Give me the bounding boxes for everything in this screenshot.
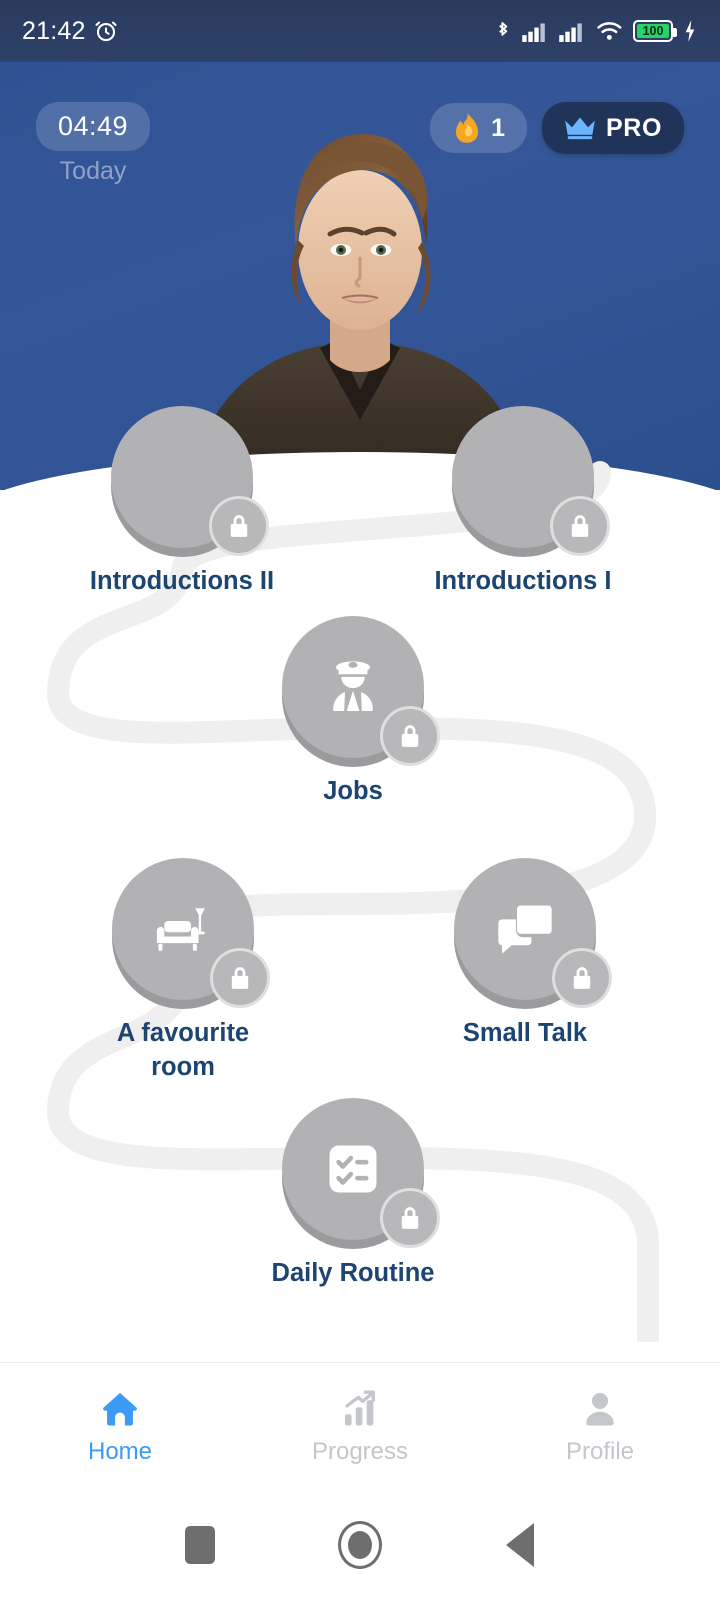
timer-sublabel: Today [59, 157, 127, 185]
lesson-node-introductions-1[interactable]: Introductions I [434, 406, 612, 598]
pilot-officer-icon [333, 661, 373, 711]
chat-bubbles-icon [498, 905, 552, 954]
lesson-label: Introductions II [89, 567, 275, 595]
alarm-icon [95, 21, 117, 42]
signal-bars-icon [559, 23, 582, 42]
lock-icon [380, 1188, 440, 1248]
nav-tab-profile[interactable]: Profile [480, 1388, 720, 1466]
lock-icon [210, 948, 270, 1008]
lesson-label: Small Talk [462, 1019, 588, 1047]
crown-icon [565, 117, 595, 140]
streak-chip[interactable]: 1 [430, 103, 528, 153]
header-toolbar: 04:49 Today 1 PRO [0, 102, 720, 186]
home-button[interactable] [325, 1510, 395, 1580]
lesson-label: A favourite room [116, 1019, 250, 1082]
streak-count: 1 [491, 113, 506, 142]
lesson-label: Daily Routine [271, 1259, 435, 1287]
lesson-circle[interactable] [111, 406, 269, 556]
status-bar-clock: 21:42 [22, 16, 86, 45]
lock-icon [209, 496, 269, 556]
battery-icon: 100 [633, 20, 677, 42]
bluetooth-icon [499, 22, 508, 36]
checklist-icon [329, 1145, 377, 1193]
battery-percent-label: 100 [642, 23, 664, 38]
nav-tab-home[interactable]: Home [0, 1388, 240, 1466]
signal-bars-icon [522, 23, 545, 42]
nav-tab-progress[interactable]: Progress [240, 1388, 480, 1466]
lesson-circle[interactable] [112, 858, 270, 1008]
lesson-circle[interactable] [282, 1098, 440, 1248]
lesson-node-jobs[interactable]: Jobs [278, 616, 440, 808]
fire-icon [456, 113, 479, 143]
recents-button[interactable] [165, 1510, 235, 1580]
app-root: 21:42 100 04:49 Today 1 PRO Introduction… [0, 0, 720, 1600]
nav-label-progress: Progress [311, 1437, 409, 1465]
lesson-node-daily-routine[interactable]: Daily Routine [272, 1098, 440, 1290]
android-navigation-bar [0, 1490, 720, 1600]
nav-label-home: Home [87, 1437, 153, 1465]
lock-icon [550, 496, 610, 556]
lesson-node-a-favourite-room[interactable]: A favourite room [108, 858, 270, 1085]
header-actions: 1 PRO [430, 102, 684, 154]
lesson-circle[interactable] [452, 406, 610, 556]
status-bar-right: 100 [493, 18, 698, 44]
charging-bolt-icon [685, 20, 695, 42]
lesson-label: Introductions I [434, 567, 612, 595]
person-icon [586, 1392, 614, 1425]
nav-label-profile: Profile [565, 1437, 635, 1465]
lesson-label: Jobs [323, 777, 383, 805]
bar-chart-icon [344, 1390, 375, 1425]
timer-value[interactable]: 04:49 [36, 102, 151, 151]
wifi-icon [597, 22, 622, 40]
lesson-node-introductions-2[interactable]: Introductions II [90, 406, 274, 598]
lesson-node-small-talk[interactable]: Small Talk [450, 858, 612, 1050]
android-status-bar: 21:42 100 [0, 0, 720, 62]
pro-upgrade-button[interactable]: PRO [542, 102, 684, 154]
back-button[interactable] [485, 1510, 555, 1580]
pro-label: PRO [606, 113, 662, 142]
sofa-lamp-icon [156, 908, 205, 951]
status-bar-left: 21:42 [22, 17, 119, 46]
daily-timer[interactable]: 04:49 Today [36, 102, 151, 186]
bottom-navigation-bar: Home Progress Profile [0, 1362, 720, 1490]
lesson-circle[interactable] [282, 616, 440, 766]
lock-icon [380, 706, 440, 766]
home-icon [103, 1392, 137, 1425]
lesson-circle[interactable] [454, 858, 612, 1008]
lock-icon [552, 948, 612, 1008]
